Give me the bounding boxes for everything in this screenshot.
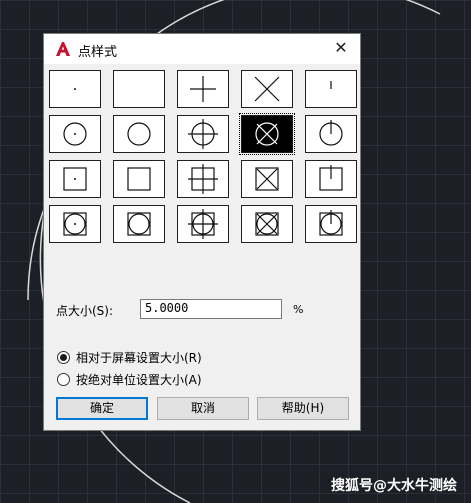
watermark-text: 搜狐号@大水牛测绘: [331, 478, 457, 494]
point-style-circle-tick-icon: [319, 120, 343, 146]
autocad-logo-icon: [56, 42, 70, 56]
title-bar: 点样式 ✕: [44, 34, 360, 64]
point-style-plus[interactable]: [177, 70, 229, 108]
point-style-square-tick[interactable]: [305, 160, 357, 198]
point-style-none-icon: [114, 71, 164, 107]
close-icon[interactable]: ✕: [332, 38, 350, 58]
point-style-square-plus-icon: [188, 164, 218, 194]
point-style-square[interactable]: [113, 160, 165, 198]
dialog-title: 点样式: [78, 45, 118, 60]
point-size-label: 点大小(S):: [56, 304, 114, 318]
point-style-circle-plus[interactable]: [177, 115, 229, 153]
point-style-circle-cross-icon: [255, 122, 279, 146]
ok-button[interactable]: 确定: [56, 397, 148, 420]
relative-size-radio[interactable]: [57, 350, 70, 364]
point-style-tick[interactable]: [305, 70, 357, 108]
point-style-circle-tick[interactable]: [305, 115, 357, 153]
point-style-circle-cross[interactable]: [239, 113, 295, 155]
point-style-square-dot[interactable]: [49, 160, 101, 198]
point-style-square-cross[interactable]: [241, 160, 293, 198]
point-style-grid: [49, 70, 357, 282]
point-style-square-circle-plus[interactable]: [177, 205, 229, 243]
point-style-tick-icon: [330, 81, 332, 89]
point-style-square-plus[interactable]: [177, 160, 229, 198]
point-style-square-circle-cross[interactable]: [241, 205, 293, 243]
point-style-circle-icon: [127, 122, 151, 146]
point-style-square-circle-cross-icon: [255, 212, 279, 236]
point-style-cross-icon: [254, 76, 280, 102]
point-style-square-dot-icon: [63, 167, 87, 191]
point-style-square-circle-dot-icon: [63, 212, 87, 236]
absolute-size-radio[interactable]: [57, 372, 70, 386]
absolute-size-option[interactable]: 按绝对单位设置大小(A): [57, 370, 202, 388]
relative-size-label: 相对于屏幕设置大小(R): [76, 350, 202, 365]
point-style-circle-plus-icon: [188, 119, 218, 149]
point-style-square-icon: [127, 167, 151, 191]
point-style-square-circle[interactable]: [113, 205, 165, 243]
point-style-dot[interactable]: [49, 70, 101, 108]
absolute-size-label: 按绝对单位设置大小(A): [76, 372, 202, 387]
help-button[interactable]: 帮助(H): [257, 397, 349, 420]
point-style-dialog: 点样式 ✕ 点大小(S): 5.0000 % 相对于屏幕设置大小(R) 按绝对单…: [43, 33, 361, 431]
point-style-plus-icon: [190, 76, 216, 102]
point-style-square-circle-tick[interactable]: [305, 205, 357, 243]
point-style-dot-icon: [74, 88, 76, 90]
point-style-square-circle-tick-icon: [319, 210, 343, 236]
point-size-unit: %: [293, 303, 304, 316]
point-style-circle[interactable]: [113, 115, 165, 153]
point-style-square-circle-plus-icon: [188, 209, 218, 239]
point-style-circle-dot-icon: [63, 122, 87, 146]
point-style-none[interactable]: [113, 70, 165, 108]
point-style-square-circle-icon: [127, 212, 151, 236]
point-size-input[interactable]: 5.0000: [140, 299, 282, 319]
point-style-square-circle-dot[interactable]: [49, 205, 101, 243]
point-style-cross[interactable]: [241, 70, 293, 108]
cancel-button[interactable]: 取消: [157, 397, 249, 420]
point-style-circle-dot[interactable]: [49, 115, 101, 153]
point-style-square-cross-icon: [255, 167, 279, 191]
relative-size-option[interactable]: 相对于屏幕设置大小(R): [57, 348, 202, 366]
point-style-square-tick-icon: [319, 165, 343, 191]
